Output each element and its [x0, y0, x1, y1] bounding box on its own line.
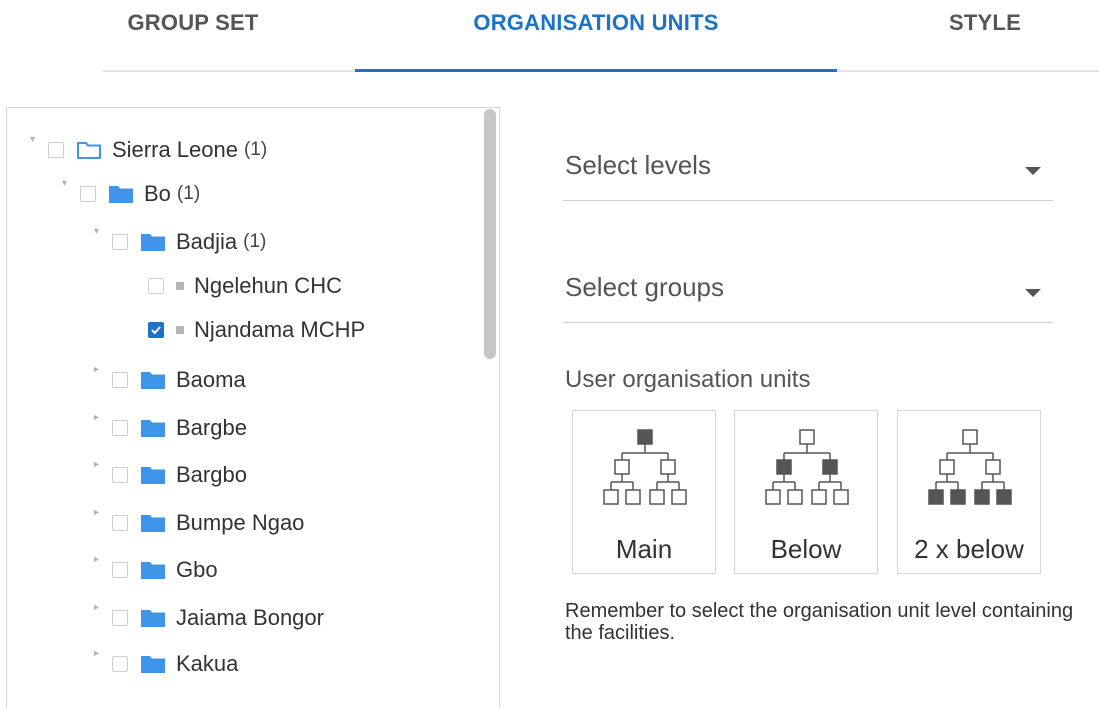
tree-checkbox[interactable]	[112, 420, 128, 436]
tree-item-count: (1)	[243, 139, 268, 160]
select-levels-label: Select levels	[565, 150, 711, 180]
tree-checkbox[interactable]	[148, 322, 164, 338]
caret-down-icon[interactable]: ▾	[30, 135, 46, 145]
active-tab-indicator	[355, 69, 837, 72]
caret-down-icon[interactable]: ▾	[62, 179, 78, 189]
user-org-unit-main-button[interactable]: Main	[572, 410, 716, 574]
user-org-unit-below-label: Below	[770, 534, 842, 564]
user-org-unit-below-button[interactable]: Below	[734, 410, 878, 574]
select-levels-dropdown[interactable]: Select levels	[563, 140, 1053, 201]
folder-icon	[141, 420, 165, 437]
tree-checkbox[interactable]	[112, 467, 128, 483]
folder-icon	[141, 515, 165, 532]
tree-item-count: (1)	[176, 183, 201, 204]
tree-item-label: Gbo	[176, 557, 218, 582]
folder-outline-icon	[77, 142, 101, 159]
caret-right-icon[interactable]: ▸	[94, 603, 110, 613]
folder-icon	[141, 372, 165, 389]
tree-item[interactable]: ▾ Bo (1)	[62, 174, 200, 214]
tree-item-label: Jaiama Bongor	[176, 605, 324, 630]
tree-item-label: Ngelehun CHC	[194, 273, 342, 298]
tree-item[interactable]: ▸ Jaiama Bongor	[94, 598, 324, 638]
caret-down-icon[interactable]: ▾	[94, 227, 110, 237]
hierarchy-below-icon	[765, 429, 849, 505]
tree-checkbox[interactable]	[48, 142, 64, 158]
tree-item[interactable]: ▾ Badjia (1)	[94, 222, 266, 262]
leaf-node-icon	[176, 282, 184, 290]
hint-text: Remember to select the organisation unit…	[565, 600, 1074, 644]
tab-organisation-units[interactable]: ORGANISATION UNITS	[355, 0, 837, 70]
select-groups-label: Select groups	[565, 272, 724, 302]
tree-item[interactable]: ▾ Sierra Leone (1)	[30, 130, 267, 170]
caret-right-icon[interactable]: ▸	[94, 413, 110, 423]
caret-right-icon[interactable]: ▸	[94, 365, 110, 375]
tree-item[interactable]: ▸ Kakua	[94, 644, 238, 684]
tree-item[interactable]: ▸ Bargbe	[94, 408, 247, 448]
tree-item[interactable]: ▸ Gbo	[94, 550, 218, 590]
caret-right-icon[interactable]: ▸	[94, 508, 110, 518]
tree-checkbox[interactable]	[112, 372, 128, 388]
tab-bar: GROUP SET ORGANISATION UNITS STYLE	[0, 0, 1099, 73]
tree-item-label: Badjia	[176, 229, 238, 254]
tree-item[interactable]: Njandama MCHP	[148, 310, 365, 350]
dropdown-arrow-icon	[1025, 167, 1041, 175]
folder-icon	[141, 234, 165, 251]
tree-item-count: (1)	[243, 231, 267, 252]
caret-right-icon[interactable]: ▸	[94, 460, 110, 470]
tree-item[interactable]: Ngelehun CHC	[148, 266, 342, 306]
tree-item-label: Kakua	[176, 651, 239, 676]
tree-item-label: Bargbe	[176, 415, 247, 440]
caret-right-icon[interactable]: ▸	[94, 555, 110, 565]
tree-item[interactable]: ▸ Baoma	[94, 360, 246, 400]
tree-checkbox[interactable]	[80, 186, 96, 202]
user-org-unit-main-label: Main	[615, 534, 673, 564]
tree-checkbox[interactable]	[148, 278, 164, 294]
tree-item[interactable]: ▸ Bumpe Ngao	[94, 503, 304, 543]
user-org-unit-2x-below-label: 2 x below	[914, 534, 1024, 564]
tree-item-label: Bumpe Ngao	[176, 510, 305, 535]
hierarchy-2x-below-icon	[928, 429, 1012, 505]
dropdown-arrow-icon	[1025, 289, 1041, 297]
tree-checkbox[interactable]	[112, 515, 128, 531]
select-groups-dropdown[interactable]: Select groups	[563, 262, 1053, 323]
tree-item-label: Sierra Leone	[112, 137, 238, 162]
tree-item-label: Njandama MCHP	[194, 317, 366, 342]
tab-style[interactable]: STYLE	[930, 0, 1040, 70]
user-org-unit-2x-below-button[interactable]: 2 x below	[897, 410, 1041, 574]
tree-item-label: Bargbo	[176, 462, 247, 487]
tree-item[interactable]: ▸ Bargbo	[94, 455, 247, 495]
tree-checkbox[interactable]	[112, 610, 128, 626]
tree-checkbox[interactable]	[112, 234, 128, 250]
caret-right-icon[interactable]: ▸	[94, 649, 110, 659]
tree-checkbox[interactable]	[112, 562, 128, 578]
tree-item-label: Bo	[144, 181, 171, 206]
folder-icon	[141, 656, 165, 673]
tree-checkbox[interactable]	[112, 656, 128, 672]
tree-item-label: Baoma	[176, 367, 246, 392]
user-org-units-title: User organisation units	[565, 366, 811, 393]
tree-scrollbar[interactable]	[484, 109, 496, 359]
folder-icon	[109, 186, 133, 203]
folder-icon	[141, 562, 165, 579]
hierarchy-main-icon	[603, 429, 687, 505]
leaf-node-icon	[176, 326, 184, 334]
folder-icon	[141, 610, 165, 627]
folder-icon	[141, 467, 165, 484]
tab-group-set[interactable]: GROUP SET	[103, 0, 283, 70]
